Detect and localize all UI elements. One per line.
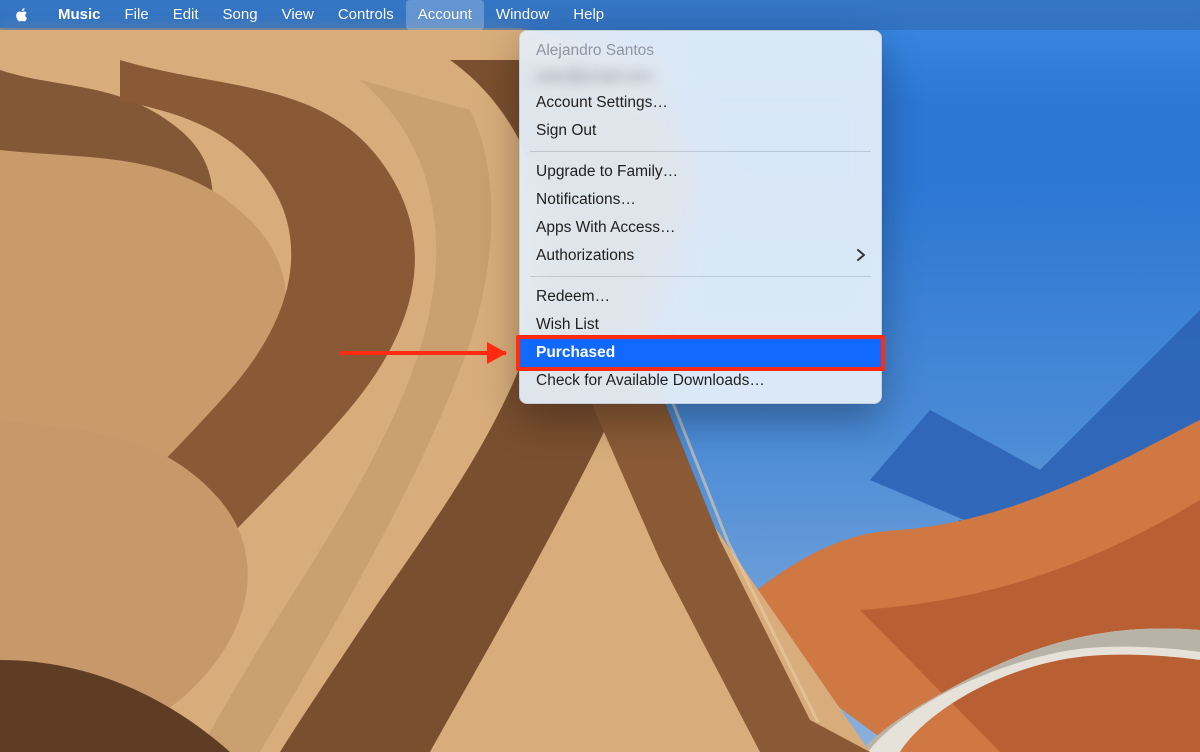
menu-wish-list[interactable]: Wish List	[520, 311, 881, 339]
menu-sign-out[interactable]: Sign Out	[520, 117, 881, 145]
menubar-edit[interactable]: Edit	[161, 0, 211, 30]
menu-purchased[interactable]: Purchased	[520, 339, 881, 367]
menu-user-name: Alejandro Santos	[520, 37, 881, 65]
apple-menu-icon[interactable]	[14, 7, 30, 23]
menubar-account[interactable]: Account	[406, 0, 484, 30]
menu-separator	[530, 276, 871, 277]
menu-separator	[530, 151, 871, 152]
menu-authorizations-label: Authorizations	[536, 247, 634, 265]
menu-redeem[interactable]: Redeem…	[520, 283, 881, 311]
menubar-view[interactable]: View	[270, 0, 326, 30]
chevron-right-icon	[857, 248, 865, 264]
menubar-window[interactable]: Window	[484, 0, 561, 30]
menubar-help[interactable]: Help	[561, 0, 616, 30]
menu-notifications[interactable]: Notifications…	[520, 186, 881, 214]
annotation-arrow	[340, 351, 506, 355]
menubar-song[interactable]: Song	[211, 0, 270, 30]
menu-user-email-redacted: user@email.com	[520, 65, 881, 89]
menubar: Music File Edit Song View Controls Accou…	[0, 0, 1200, 30]
menu-upgrade-family[interactable]: Upgrade to Family…	[520, 158, 881, 186]
menu-check-downloads[interactable]: Check for Available Downloads…	[520, 367, 881, 395]
menubar-app[interactable]: Music	[46, 0, 113, 30]
menu-authorizations[interactable]: Authorizations	[520, 242, 881, 270]
account-menu: Alejandro Santos user@email.com Account …	[519, 30, 882, 404]
menubar-file[interactable]: File	[113, 0, 161, 30]
menubar-controls[interactable]: Controls	[326, 0, 406, 30]
menu-account-settings[interactable]: Account Settings…	[520, 89, 881, 117]
menu-apps-with-access[interactable]: Apps With Access…	[520, 214, 881, 242]
